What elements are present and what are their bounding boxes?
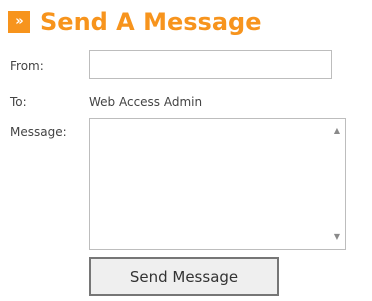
- message-scrollbar[interactable]: ▲ ▼: [329, 119, 345, 249]
- from-label: From:: [10, 59, 44, 73]
- double-chevron-right-icon: »: [8, 11, 30, 33]
- page-title: Send A Message: [40, 8, 262, 36]
- to-recipient-value: Web Access Admin: [89, 95, 203, 109]
- page-heading: » Send A Message: [8, 7, 262, 37]
- message-label: Message:: [10, 125, 67, 139]
- scroll-down-arrow-icon[interactable]: ▼: [329, 229, 345, 245]
- message-field-container: ▲ ▼: [89, 118, 346, 250]
- send-message-button[interactable]: Send Message: [89, 257, 279, 296]
- to-label: To:: [10, 95, 27, 109]
- scroll-up-arrow-icon[interactable]: ▲: [329, 123, 345, 139]
- message-textarea[interactable]: [90, 119, 329, 249]
- from-input[interactable]: [89, 50, 332, 79]
